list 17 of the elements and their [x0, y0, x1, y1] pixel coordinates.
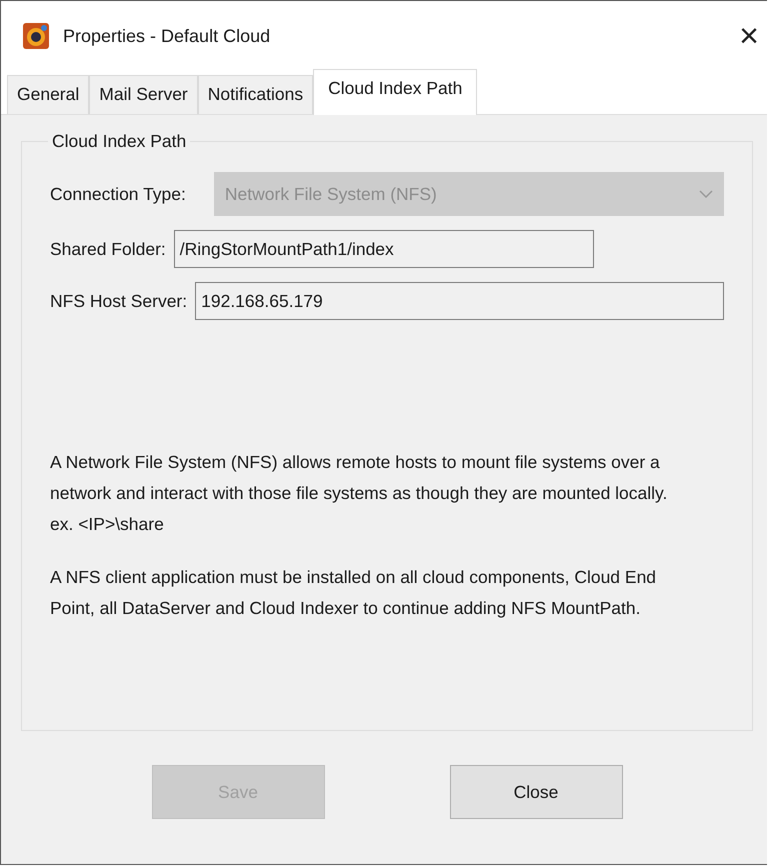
- field-label: Connection Type:: [50, 184, 186, 204]
- field-label: NFS Host Server:: [50, 290, 188, 312]
- field-label: Shared Folder:: [50, 238, 166, 260]
- caret-icon: [699, 190, 713, 198]
- tab[interactable]: Mail Server: [89, 75, 198, 114]
- info-text: A NFS client application must be installed on all cloud components, Cloud End Point, all DataServer and Cloud Indexer to continue adding NFS MountPath.: [50, 566, 658, 620]
- tab[interactable]: Notifications: [198, 75, 314, 114]
- tab[interactable]: Cloud Index Path: [313, 69, 478, 115]
- input-field[interactable]: 192.168.65.179: [195, 282, 724, 320]
- window-title: Properties - Default Cloud: [63, 26, 270, 46]
- input-field[interactable]: /RingStorMountPath1/index: [174, 230, 594, 268]
- tab[interactable]: General: [7, 75, 90, 114]
- app-icon: [23, 23, 49, 49]
- dialog-button[interactable]: Close: [450, 765, 622, 819]
- close-button[interactable]: ×: [731, 16, 767, 56]
- group-title: Cloud Index Path: [51, 131, 188, 152]
- info-text: A Network File System (NFS) allows remote hosts to mount file systems over a network and interact with those file systems as though they are mounted locally. ex. <IP>\share: [50, 451, 668, 536]
